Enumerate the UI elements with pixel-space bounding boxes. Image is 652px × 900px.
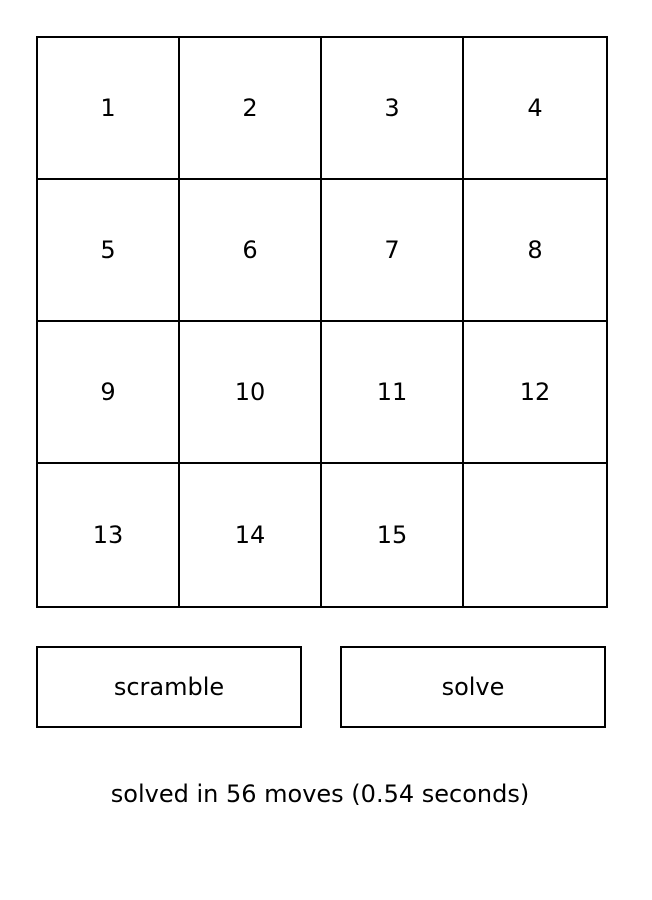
scramble-button[interactable]: scramble xyxy=(36,646,302,728)
tile-11[interactable]: 11 xyxy=(322,322,464,464)
tile-1[interactable]: 1 xyxy=(38,38,180,180)
tile-3[interactable]: 3 xyxy=(322,38,464,180)
puzzle-app: 1 2 3 4 5 6 7 8 9 10 11 12 13 14 15 scra… xyxy=(0,0,652,900)
tile-10[interactable]: 10 xyxy=(180,322,322,464)
tile-9[interactable]: 9 xyxy=(38,322,180,464)
puzzle-board: 1 2 3 4 5 6 7 8 9 10 11 12 13 14 15 xyxy=(36,36,608,608)
solve-button[interactable]: solve xyxy=(340,646,606,728)
controls: scramble solve xyxy=(36,646,608,728)
tile-6[interactable]: 6 xyxy=(180,180,322,322)
tile-5[interactable]: 5 xyxy=(38,180,180,322)
tile-15[interactable]: 15 xyxy=(322,464,464,606)
tile-8[interactable]: 8 xyxy=(464,180,606,322)
tile-12[interactable]: 12 xyxy=(464,322,606,464)
status-message: solved in 56 moves (0.54 seconds) xyxy=(110,780,530,808)
tile-13[interactable]: 13 xyxy=(38,464,180,606)
tile-4[interactable]: 4 xyxy=(464,38,606,180)
tile-7[interactable]: 7 xyxy=(322,180,464,322)
empty-tile xyxy=(464,464,606,606)
tile-14[interactable]: 14 xyxy=(180,464,322,606)
tile-2[interactable]: 2 xyxy=(180,38,322,180)
